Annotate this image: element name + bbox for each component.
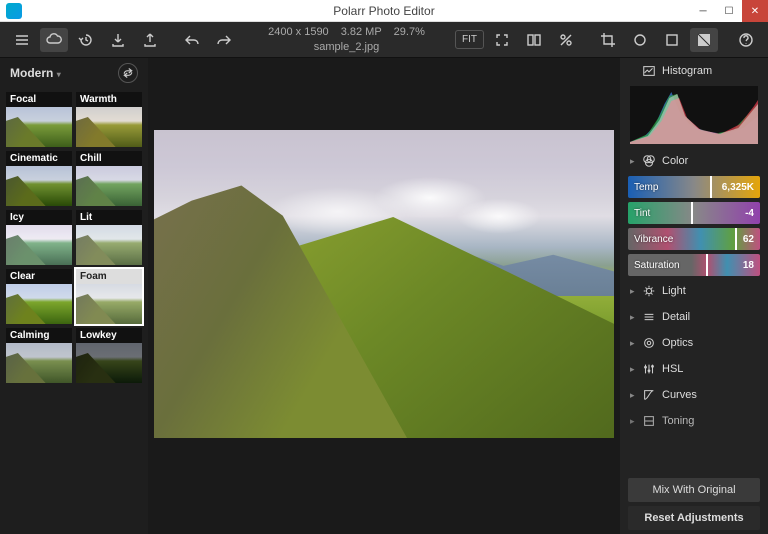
filter-thumbnail-image xyxy=(6,107,72,147)
hsl-section[interactable]: ▸ HSL xyxy=(620,356,768,382)
filter-clear[interactable]: Clear xyxy=(6,269,72,324)
filter-warmth[interactable]: Warmth xyxy=(76,92,142,147)
filter-focal[interactable]: Focal xyxy=(6,92,72,147)
filter-foam[interactable]: Foam xyxy=(76,269,142,324)
vibrance-slider[interactable]: Vibrance 62 xyxy=(628,228,760,250)
toning-section[interactable]: ▸ Toning xyxy=(620,408,768,434)
percent-button[interactable] xyxy=(552,28,580,52)
circle-mask-button[interactable] xyxy=(626,28,654,52)
color-section[interactable]: ▸ Color xyxy=(620,148,768,174)
filter-lowkey[interactable]: Lowkey xyxy=(76,328,142,383)
rect-mask-button[interactable] xyxy=(658,28,686,52)
filter-thumbnail-image xyxy=(76,107,142,147)
filter-category-dropdown[interactable]: Modern ▾ xyxy=(10,66,61,80)
shuffle-filters-button[interactable] xyxy=(118,63,138,83)
import-button[interactable] xyxy=(104,28,132,52)
window-controls: ─ ☐ ✕ xyxy=(690,0,768,21)
detail-section[interactable]: ▸ Detail xyxy=(620,304,768,330)
export-button[interactable] xyxy=(136,28,164,52)
crop-button[interactable] xyxy=(594,28,622,52)
filter-thumbnail-image xyxy=(6,166,72,206)
menu-button[interactable] xyxy=(8,28,36,52)
filter-thumbnail-image xyxy=(76,284,142,324)
filter-label: Calming xyxy=(6,328,72,343)
filters-panel: Modern ▾ Focal Warmth Cinematic Chill Icy Lit… xyxy=(0,58,148,534)
image-info: 2400 x 1590 3.82 MP 29.7% sample_2.jpg xyxy=(242,25,451,54)
filter-cinematic[interactable]: Cinematic xyxy=(6,151,72,206)
image-filename: sample_2.jpg xyxy=(242,40,451,54)
filter-thumbnail-image xyxy=(6,225,72,265)
filter-thumbnail-image xyxy=(6,284,72,324)
window-close-button[interactable]: ✕ xyxy=(742,0,768,22)
filter-label: Chill xyxy=(76,151,142,166)
filter-thumbnail-image xyxy=(6,343,72,383)
optics-section[interactable]: ▸ Optics xyxy=(620,330,768,356)
window-minimize-button[interactable]: ─ xyxy=(690,0,716,22)
filter-label: Clear xyxy=(6,269,72,284)
filter-label: Cinematic xyxy=(6,151,72,166)
filter-lit[interactable]: Lit xyxy=(76,210,142,265)
adjustments-button[interactable] xyxy=(690,28,718,52)
history-button[interactable] xyxy=(72,28,100,52)
app-icon xyxy=(6,3,22,19)
fit-button[interactable]: FIT xyxy=(455,30,484,49)
filter-label: Lowkey xyxy=(76,328,142,343)
image-dimensions: 2400 x 1590 xyxy=(268,25,329,39)
compare-button[interactable] xyxy=(520,28,548,52)
tint-slider[interactable]: Tint -4 xyxy=(628,202,760,224)
help-button[interactable] xyxy=(732,28,760,52)
undo-button[interactable] xyxy=(178,28,206,52)
filter-label: Focal xyxy=(6,92,72,107)
temperature-slider[interactable]: Temp 6,325K xyxy=(628,176,760,198)
curves-section[interactable]: ▸ Curves xyxy=(620,382,768,408)
toolbar: 2400 x 1590 3.82 MP 29.7% sample_2.jpg F… xyxy=(0,22,768,58)
histogram-chart xyxy=(630,86,758,144)
redo-button[interactable] xyxy=(210,28,238,52)
canvas[interactable] xyxy=(148,58,620,534)
filter-label: Icy xyxy=(6,210,72,225)
light-section[interactable]: ▸ Light xyxy=(620,278,768,304)
filter-icy[interactable]: Icy xyxy=(6,210,72,265)
image-zoom: 29.7% xyxy=(394,25,425,39)
main-area: Modern ▾ Focal Warmth Cinematic Chill Icy Lit… xyxy=(0,58,768,534)
histogram-section[interactable]: Histogram xyxy=(620,58,768,84)
cloud-button[interactable] xyxy=(40,28,68,52)
filter-thumbnails: Focal Warmth Cinematic Chill Icy Lit Clear Foam… xyxy=(0,88,148,534)
saturation-slider[interactable]: Saturation 18 xyxy=(628,254,760,276)
preview-image xyxy=(154,130,614,438)
reset-adjustments-button[interactable]: Reset Adjustments xyxy=(628,506,760,530)
filter-thumbnail-image xyxy=(76,166,142,206)
filter-calming[interactable]: Calming xyxy=(6,328,72,383)
filter-thumbnail-image xyxy=(76,225,142,265)
filter-label: Warmth xyxy=(76,92,142,107)
filter-label: Lit xyxy=(76,210,142,225)
adjustments-panel: Histogram ▸ Color Temp 6,325K xyxy=(620,58,768,534)
window-maximize-button[interactable]: ☐ xyxy=(716,0,742,22)
filter-chill[interactable]: Chill xyxy=(76,151,142,206)
fullscreen-button[interactable] xyxy=(488,28,516,52)
image-megapixels: 3.82 MP xyxy=(341,25,382,39)
filter-thumbnail-image xyxy=(76,343,142,383)
window-titlebar: Polarr Photo Editor ─ ☐ ✕ xyxy=(0,0,768,22)
window-title: Polarr Photo Editor xyxy=(333,4,434,18)
mix-original-button[interactable]: Mix With Original xyxy=(628,478,760,502)
filter-label: Foam xyxy=(76,269,142,284)
app-body: 2400 x 1590 3.82 MP 29.7% sample_2.jpg F… xyxy=(0,22,768,534)
